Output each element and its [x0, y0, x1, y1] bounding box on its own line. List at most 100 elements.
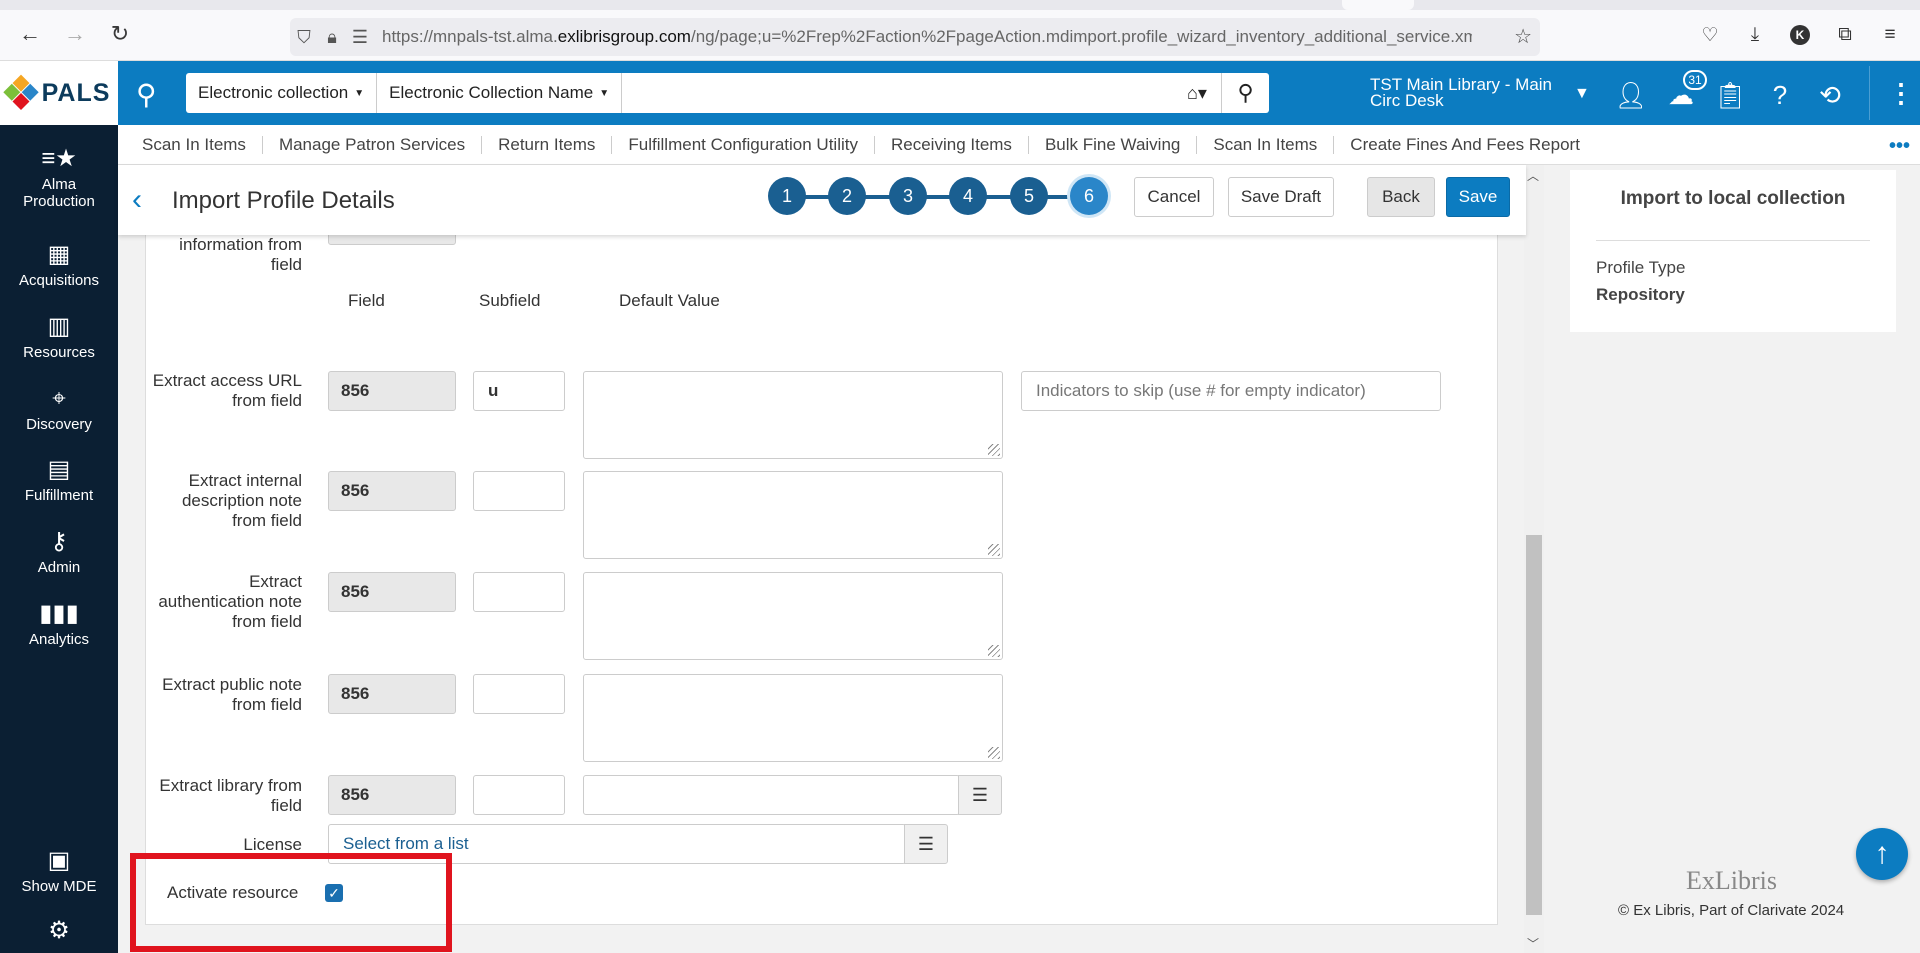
shortcut-link[interactable]: Scan In Items: [142, 135, 246, 155]
page-title: Import Profile Details: [172, 187, 395, 214]
nav-alma-production[interactable]: ≡★ Alma Production: [0, 145, 118, 211]
scroll-up-icon[interactable]: ︿: [1527, 167, 1539, 184]
shortcut-link[interactable]: Return Items: [498, 135, 595, 155]
search-field-dropdown[interactable]: Electronic Collection Name ▼: [377, 73, 623, 113]
step-1[interactable]: 1: [768, 177, 806, 215]
bookmark-star-icon[interactable]: ☆: [1514, 24, 1532, 49]
library-field-input[interactable]: 856: [328, 775, 456, 815]
search-input[interactable]: [622, 73, 1173, 113]
search-type-dropdown[interactable]: Electronic collection ▼: [186, 73, 378, 113]
access-url-subfield-input[interactable]: u: [473, 371, 565, 411]
partial-field-input[interactable]: 856: [328, 235, 456, 245]
telescope-icon: ⌖: [52, 385, 66, 412]
shortcut-link[interactable]: Manage Patron Services: [279, 135, 465, 155]
cancel-button[interactable]: Cancel: [1134, 177, 1214, 217]
bar-chart-icon: ▮▮▮: [39, 600, 79, 627]
nav-resources[interactable]: ▥ Resources: [0, 315, 118, 362]
forward-arrow-icon[interactable]: →: [61, 20, 89, 48]
show-mde-label: Show MDE: [21, 878, 97, 895]
back-chevron-icon[interactable]: ‹: [132, 183, 142, 217]
browser-toolbar: ← → ↻ ⛉ 🔒︎ ☰ https://mnpals-tst.alma.exl…: [0, 0, 1920, 61]
nav-admin[interactable]: ⚷ Admin: [0, 530, 118, 577]
auth-note-label: Extract authentication note from field: [158, 572, 302, 631]
profile-type-label: Profile Type: [1596, 258, 1686, 277]
url-text[interactable]: https://mnpals-tst.alma.exlibrisgroup.co…: [382, 27, 1472, 47]
indicators-to-skip-input[interactable]: Indicators to skip (use # for empty indi…: [1021, 371, 1441, 411]
scrollbar-thumb[interactable]: [1526, 535, 1542, 915]
shield-icon[interactable]: ⛉: [290, 27, 318, 48]
profile-avatar[interactable]: K: [1790, 25, 1810, 45]
active-tab[interactable]: [1342, 0, 1414, 10]
user-icon[interactable]: 👤︎: [1614, 78, 1648, 112]
extensions-icon[interactable]: ⧉: [1832, 22, 1858, 48]
column-header-default: Default Value: [619, 291, 720, 310]
step-2[interactable]: 2: [828, 177, 866, 215]
access-url-field-input[interactable]: 856: [328, 371, 456, 411]
back-arrow-icon[interactable]: ←: [16, 20, 44, 48]
show-mde[interactable]: ▣ Show MDE: [0, 849, 118, 896]
internal-note-field-input[interactable]: 856: [328, 471, 456, 511]
configuration-gear-icon[interactable]: ⚙: [0, 919, 118, 948]
step-4[interactable]: 4: [949, 177, 987, 215]
step-3[interactable]: 3: [889, 177, 927, 215]
reload-icon[interactable]: ↻: [106, 20, 134, 48]
nav-analytics[interactable]: ▮▮▮ Analytics: [0, 600, 118, 649]
arrow-up-icon: ↑: [1874, 837, 1890, 870]
back-button[interactable]: Back: [1367, 177, 1435, 217]
internal-note-subfield-input[interactable]: [473, 471, 565, 511]
address-bar[interactable]: ⛉ 🔒︎ ☰ https://mnpals-tst.alma.exlibrisg…: [290, 18, 1540, 56]
auth-note-default-textarea[interactable]: [583, 572, 1003, 660]
clipboard-icon[interactable]: 📋︎: [1713, 78, 1747, 112]
search-bar: Electronic collection ▼ Electronic Collec…: [186, 73, 1269, 113]
history-icon[interactable]: ⟲: [1813, 78, 1847, 112]
nav-label: Acquisitions: [18, 272, 100, 289]
search-button-icon[interactable]: ⚲: [1221, 73, 1269, 113]
nav-fulfillment[interactable]: ▤ Fulfillment: [0, 458, 118, 505]
auth-note-subfield-input[interactable]: [473, 572, 565, 612]
more-vertical-icon[interactable]: ⋮: [1888, 78, 1914, 109]
lock-icon[interactable]: 🔒︎: [318, 27, 346, 48]
shortcut-link[interactable]: Scan In Items: [1213, 135, 1317, 155]
tab-strip: [0, 0, 1920, 10]
more-shortcuts-icon[interactable]: •••: [1889, 135, 1910, 158]
location-caret-icon[interactable]: ▼: [1574, 85, 1590, 103]
shortcut-link[interactable]: Fulfillment Configuration Utility: [628, 135, 858, 155]
save-button[interactable]: Save: [1446, 177, 1510, 217]
pocket-icon[interactable]: ♡: [1697, 22, 1723, 48]
persistent-search-icon[interactable]: ⚲: [136, 78, 157, 111]
shortcut-link[interactable]: Receiving Items: [891, 135, 1012, 155]
help-icon[interactable]: ?: [1763, 78, 1797, 112]
separator: [611, 135, 613, 154]
library-list-icon[interactable]: ☰: [958, 775, 1002, 815]
pals-logo[interactable]: PALS: [0, 61, 118, 125]
current-location[interactable]: TST Main Library - Main Circ Desk: [1370, 76, 1570, 110]
internal-note-default-textarea[interactable]: [583, 471, 1003, 559]
search-type-label: Electronic collection: [198, 83, 349, 102]
library-default-input[interactable]: [583, 775, 960, 815]
public-note-field-input[interactable]: 856: [328, 674, 456, 714]
auth-note-field-input[interactable]: 856: [328, 572, 456, 612]
shortcut-link[interactable]: Bulk Fine Waiving: [1045, 135, 1180, 155]
save-draft-button[interactable]: Save Draft: [1228, 177, 1334, 217]
nav-acquisitions[interactable]: ▦ Acquisitions: [0, 243, 118, 290]
scroll-to-top-button[interactable]: ↑: [1856, 828, 1908, 880]
step-6[interactable]: 6: [1070, 177, 1108, 215]
home-scope-icon[interactable]: ⌂▾: [1173, 83, 1221, 104]
scroll-down-icon[interactable]: ﹀: [1527, 935, 1539, 952]
menu-icon[interactable]: ≡: [1877, 22, 1903, 48]
nav-discovery[interactable]: ⌖ Discovery: [0, 385, 118, 434]
location-line2: Circ Desk: [1370, 91, 1444, 110]
step-5[interactable]: 5: [1010, 177, 1048, 215]
public-note-subfield-input[interactable]: [473, 674, 565, 714]
library-subfield-input[interactable]: [473, 775, 565, 815]
license-list-icon[interactable]: ☰: [904, 824, 948, 864]
vertical-scrollbar[interactable]: ︿ ﹀: [1524, 165, 1544, 953]
public-note-default-textarea[interactable]: [583, 674, 1003, 762]
nav-label: Production: [23, 193, 95, 210]
summary-title: Import to local collection: [1620, 188, 1846, 209]
download-icon[interactable]: ⤓: [1742, 22, 1768, 48]
menu-star-icon: ≡★: [41, 145, 77, 172]
permissions-icon[interactable]: ☰: [346, 27, 374, 48]
shortcut-link[interactable]: Create Fines And Fees Report: [1350, 135, 1580, 155]
access-url-default-textarea[interactable]: [583, 371, 1003, 459]
